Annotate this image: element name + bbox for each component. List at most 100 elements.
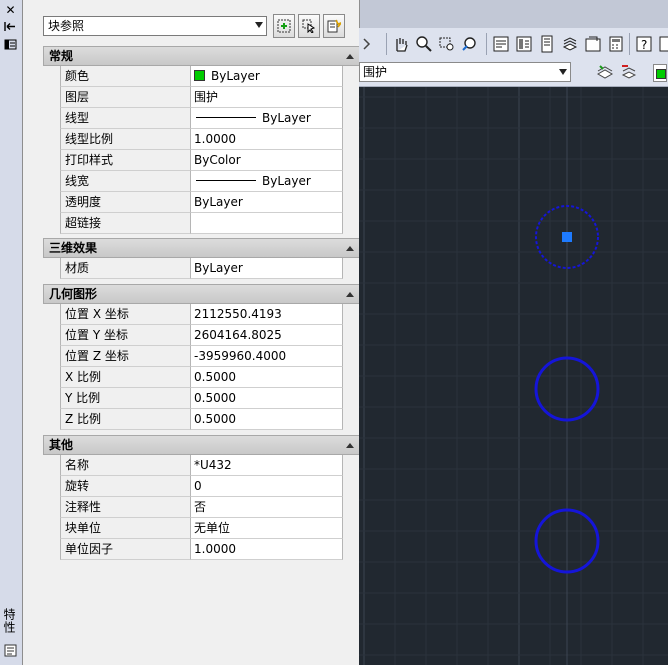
property-row[interactable]: 位置 Y 坐标 2604164.8025 <box>60 325 365 346</box>
property-value[interactable]: 2604164.8025 <box>190 325 343 346</box>
property-row[interactable]: 线型比例 1.0000 <box>60 129 365 150</box>
property-value[interactable]: 2112550.4193 <box>190 304 343 325</box>
svg-text:?: ? <box>641 38 647 52</box>
property-row[interactable]: 打印样式 ByColor <box>60 150 365 171</box>
select-objects-button[interactable] <box>298 14 320 38</box>
property-key: 图层 <box>60 87 190 108</box>
pan-hand-icon[interactable] <box>392 35 410 53</box>
property-row[interactable]: X 比例 0.5000 <box>60 367 365 388</box>
property-key: 线型 <box>60 108 190 129</box>
toggle-pickadd-button[interactable] <box>273 14 295 38</box>
zoom-previous-icon[interactable] <box>461 35 479 53</box>
auto-hide-icon[interactable] <box>3 20 18 35</box>
linetype-sample-icon <box>196 117 256 118</box>
application-title-band <box>359 0 668 28</box>
palette-icon[interactable] <box>3 644 18 659</box>
color-swatch-icon <box>194 70 205 81</box>
tool-palettes-icon[interactable] <box>538 35 556 53</box>
property-row[interactable]: 超链接 <box>60 213 365 234</box>
insertion-grip[interactable] <box>562 232 572 242</box>
color-control[interactable] <box>653 64 667 82</box>
section-header[interactable]: 几何图形 <box>43 284 365 304</box>
property-row[interactable]: 位置 Z 坐标 -3959960.4000 <box>60 346 365 367</box>
collapse-caret-icon[interactable] <box>346 54 354 59</box>
make-current-layer-icon[interactable] <box>596 64 614 82</box>
quick-select-button[interactable] <box>323 14 345 38</box>
property-value[interactable]: ByLayer <box>190 108 343 129</box>
help-icon[interactable]: ? <box>635 35 653 53</box>
property-row[interactable]: 颜色 ByLayer <box>60 66 365 87</box>
section-header[interactable]: 常规 <box>43 46 365 66</box>
property-row[interactable]: 位置 X 坐标 2112550.4193 <box>60 304 365 325</box>
property-key: 线宽 <box>60 171 190 192</box>
property-row[interactable]: Z 比例 0.5000 <box>60 409 365 430</box>
collapse-caret-icon[interactable] <box>346 246 354 251</box>
section-title: 常规 <box>49 49 74 63</box>
property-key: 块单位 <box>60 518 190 539</box>
property-value[interactable]: ByLayer <box>190 192 343 213</box>
section-header[interactable]: 其他 <box>43 435 365 455</box>
properties-menu-icon[interactable] <box>3 38 18 53</box>
chevron-right-icon[interactable] <box>360 35 378 53</box>
property-value[interactable]: *U432 <box>190 455 343 476</box>
object-type-select[interactable]: 块参照 <box>43 16 267 36</box>
property-row[interactable]: 材质 ByLayer <box>60 258 365 279</box>
drawing-area[interactable] <box>359 87 668 665</box>
section-title: 几何图形 <box>49 287 98 301</box>
property-value[interactable]: 围护 <box>190 87 343 108</box>
property-value[interactable]: ByColor <box>190 150 343 171</box>
palette-side-strip: ✕ 特性 <box>0 0 23 665</box>
property-row[interactable]: 块单位 无单位 <box>60 518 365 539</box>
property-row[interactable]: 线型 ByLayer <box>60 108 365 129</box>
extra-icon[interactable] <box>658 35 668 53</box>
sheet-set-icon[interactable] <box>561 35 579 53</box>
property-value-text: 1.0000 <box>194 132 236 146</box>
collapse-caret-icon[interactable] <box>346 292 354 297</box>
property-value[interactable]: ByLayer <box>190 66 343 87</box>
property-row[interactable]: 单位因子 1.0000 <box>60 539 365 560</box>
markup-icon[interactable] <box>584 35 602 53</box>
zoom-window-icon[interactable] <box>438 35 456 53</box>
property-key: 旋转 <box>60 476 190 497</box>
property-value[interactable]: 0 <box>190 476 343 497</box>
property-row[interactable]: 线宽 ByLayer <box>60 171 365 192</box>
property-value[interactable] <box>190 213 343 234</box>
property-value[interactable]: ByLayer <box>190 258 343 279</box>
property-row[interactable]: Y 比例 0.5000 <box>60 388 365 409</box>
property-row[interactable]: 名称 *U432 <box>60 455 365 476</box>
property-row[interactable]: 注释性否 <box>60 497 365 518</box>
quickcalc-icon[interactable] <box>607 35 625 53</box>
property-value[interactable]: 否 <box>190 497 343 518</box>
property-value[interactable]: -3959960.4000 <box>190 346 343 367</box>
design-center-icon[interactable] <box>515 35 533 53</box>
property-value[interactable]: ByLayer <box>190 171 343 192</box>
property-value[interactable]: 0.5000 <box>190 409 343 430</box>
close-icon[interactable]: ✕ <box>3 3 18 18</box>
property-value[interactable]: 1.0000 <box>190 539 343 560</box>
property-value[interactable]: 无单位 <box>190 518 343 539</box>
property-value-text: ByLayer <box>194 195 243 209</box>
layer-select[interactable]: 围护 <box>359 62 571 82</box>
properties-icon[interactable] <box>492 35 510 53</box>
layer-previous-icon[interactable] <box>620 64 638 82</box>
property-value[interactable]: 0.5000 <box>190 388 343 409</box>
property-value[interactable]: 1.0000 <box>190 129 343 150</box>
section-title: 其他 <box>49 438 74 452</box>
standard-toolbar: ? <box>359 28 668 61</box>
property-key: 线型比例 <box>60 129 190 150</box>
selection-row: 块参照 <box>43 14 365 40</box>
property-key: Z 比例 <box>60 409 190 430</box>
collapse-caret-icon[interactable] <box>346 443 354 448</box>
section-header[interactable]: 三维效果 <box>43 238 365 258</box>
palette-vertical-title: 特性 <box>2 608 16 634</box>
property-key: Y 比例 <box>60 388 190 409</box>
zoom-realtime-icon[interactable] <box>415 35 433 53</box>
property-row[interactable]: 图层 围护 <box>60 87 365 108</box>
property-value[interactable]: 0.5000 <box>190 367 343 388</box>
property-value-text: ByColor <box>194 153 241 167</box>
chevron-down-icon <box>559 69 567 75</box>
property-key: 超链接 <box>60 213 190 234</box>
property-row[interactable]: 透明度 ByLayer <box>60 192 365 213</box>
property-row[interactable]: 旋转 0 <box>60 476 365 497</box>
drawing-canvas[interactable] <box>359 87 668 665</box>
